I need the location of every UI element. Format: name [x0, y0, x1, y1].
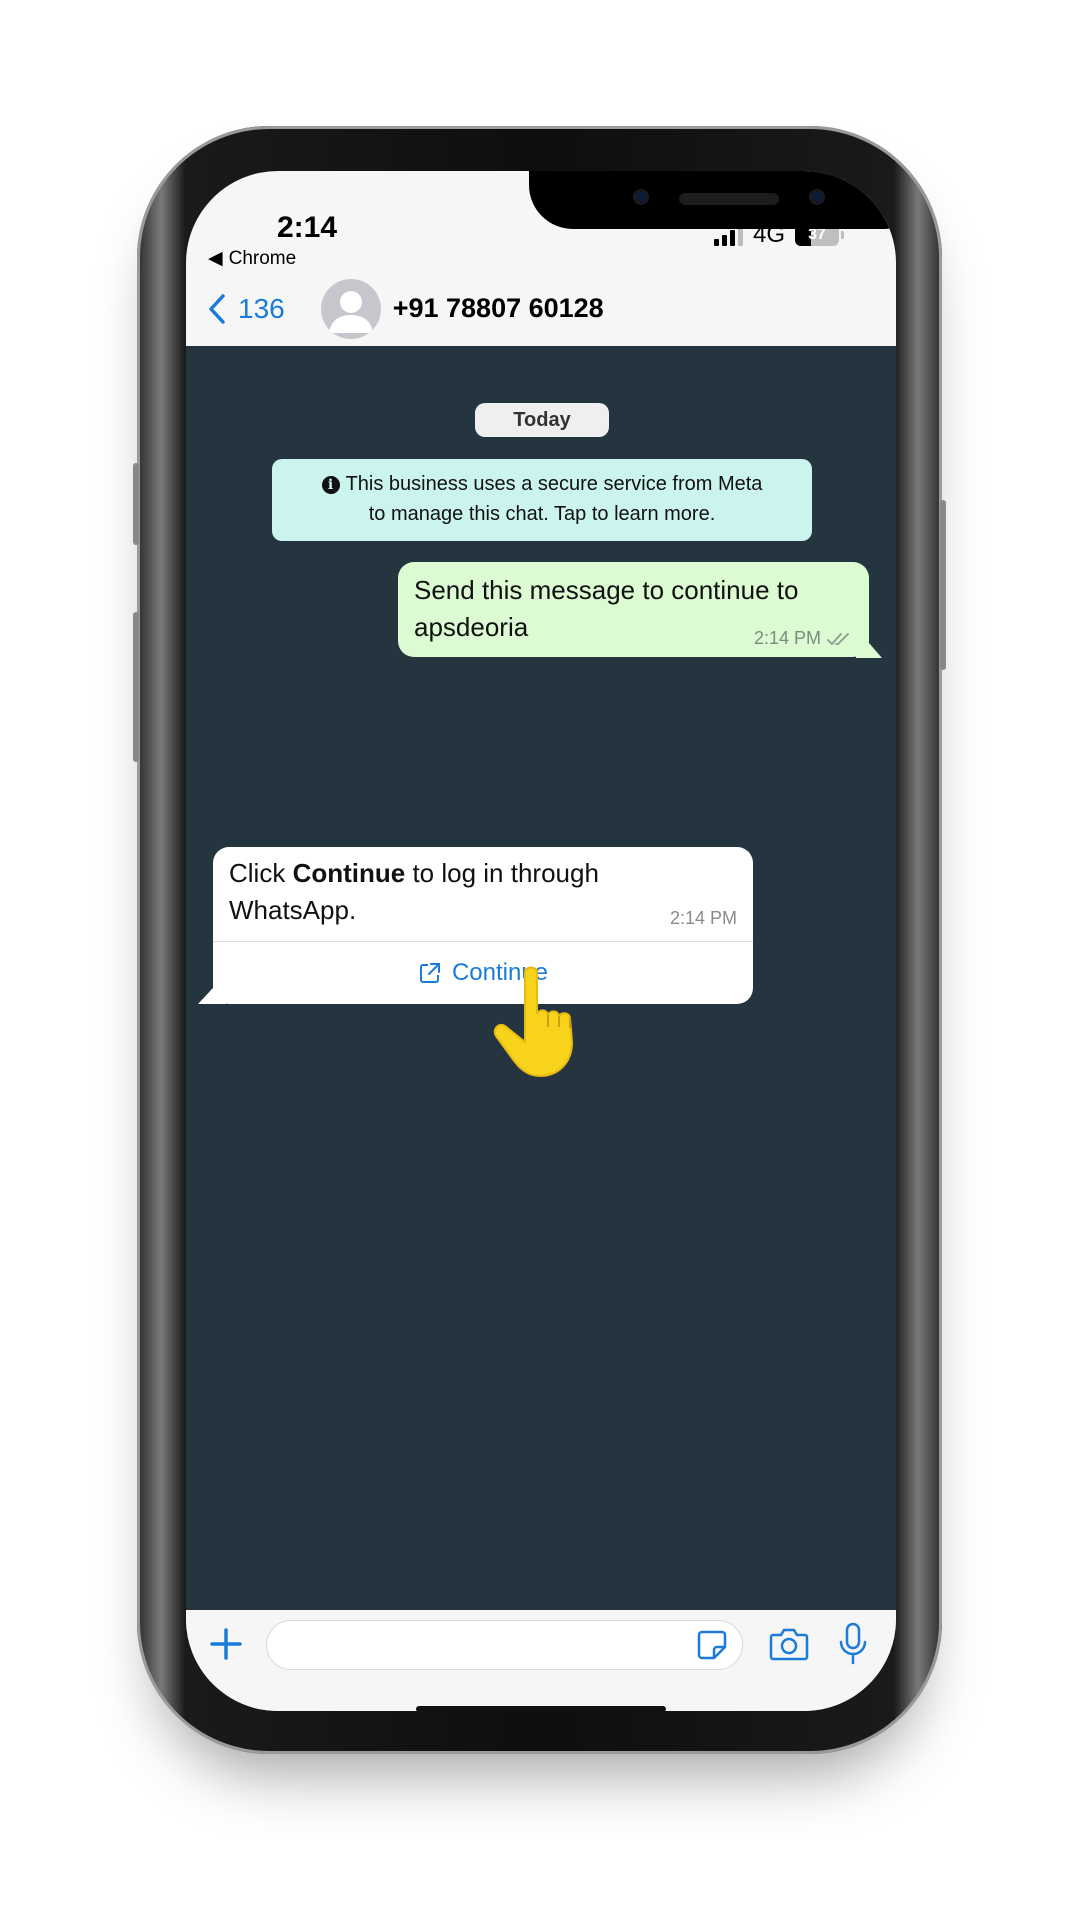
phone-screen: 2:14 ◀ Chrome 4G 37 136 +91 78807 60128 …	[186, 171, 896, 1711]
message-input[interactable]	[266, 1620, 743, 1670]
phone-side-button	[133, 463, 139, 545]
continue-button[interactable]: Continue	[213, 942, 753, 1004]
sensor-lens	[809, 189, 825, 205]
avatar[interactable]	[320, 278, 381, 339]
back-app-label: Chrome	[228, 247, 297, 269]
back-to-app[interactable]: ◀ Chrome	[208, 247, 296, 270]
triangle-left-icon: ◀	[208, 248, 223, 269]
home-indicator[interactable]	[416, 1706, 666, 1711]
contact-name[interactable]: +91 78807 60128	[393, 293, 604, 324]
system-message-line2: to manage this chat. Tap to learn more.	[368, 503, 716, 525]
incoming-bubble-tail	[198, 974, 226, 1004]
chat-area[interactable]: Today i This business uses a secure servi…	[186, 346, 896, 1610]
incoming-message-text: Click Continue to log in through WhatsAp…	[229, 858, 599, 925]
notch	[529, 171, 896, 229]
input-bar	[186, 1610, 896, 1711]
battery-tip	[841, 231, 844, 239]
info-icon: i	[321, 475, 340, 494]
system-message[interactable]: i This business uses a secure service fro…	[272, 459, 812, 541]
status-time: 2:14	[277, 211, 338, 244]
outgoing-message[interactable]: Send this message to continue to apsdeor…	[398, 562, 869, 657]
outgoing-bubble-tail	[856, 628, 882, 658]
chat-header: 136 +91 78807 60128	[186, 276, 896, 341]
outgoing-message-meta: 2:14 PM	[754, 628, 853, 649]
incoming-message[interactable]: Click Continue to log in through WhatsAp…	[213, 847, 753, 1004]
earpiece-speaker	[679, 193, 779, 205]
sticker-icon[interactable]	[696, 1629, 728, 1661]
phone-side-button	[133, 612, 139, 762]
double-check-icon	[827, 632, 849, 645]
pointing-hand-icon	[493, 966, 574, 1078]
chevron-left-icon	[209, 293, 225, 324]
camera-lens	[633, 189, 649, 205]
person-icon	[328, 290, 373, 333]
outgoing-message-time: 2:14 PM	[753, 628, 821, 648]
microphone-icon[interactable]	[838, 1622, 868, 1666]
plus-icon[interactable]	[206, 1624, 246, 1664]
unread-count: 136	[238, 292, 285, 324]
external-link-icon	[419, 963, 440, 983]
phone-power-button	[940, 500, 946, 670]
system-message-line1: i This business uses a secure service fro…	[272, 469, 812, 499]
date-chip: Today	[475, 403, 609, 437]
back-button[interactable]: 136	[208, 293, 285, 325]
camera-icon[interactable]	[769, 1626, 809, 1662]
incoming-message-time: 2:14 PM	[669, 908, 737, 928]
